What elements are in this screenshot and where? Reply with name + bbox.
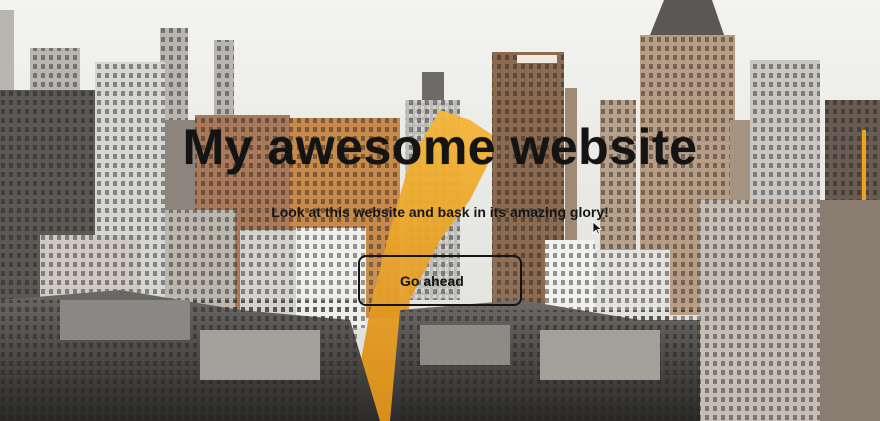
hero-section: My awesome website Look at this website … — [0, 0, 880, 421]
mouse-cursor-icon — [592, 221, 602, 235]
go-ahead-button[interactable]: Go ahead — [358, 255, 522, 306]
page-subtitle: Look at this website and bask in its ama… — [271, 204, 609, 220]
hero-content: My awesome website Look at this website … — [0, 0, 880, 421]
page-title: My awesome website — [182, 119, 698, 175]
